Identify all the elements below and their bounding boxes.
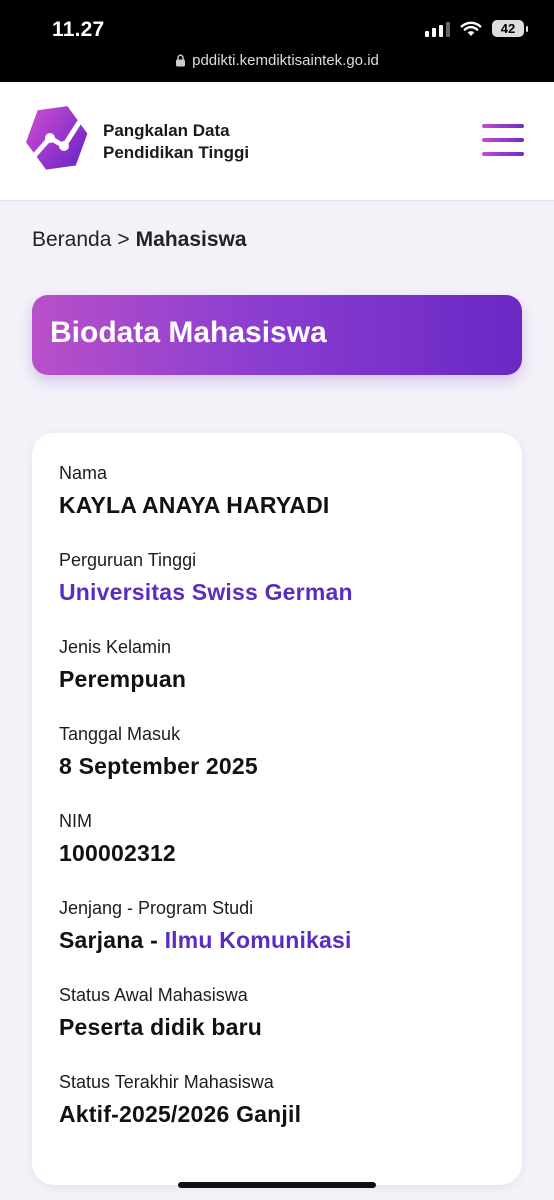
field-label: Status Awal Mahasiswa — [59, 985, 248, 1005]
field-label: Nama — [59, 463, 108, 483]
wifi-icon — [460, 21, 482, 36]
field-value-jenis-kelamin: Perempuan — [59, 666, 187, 692]
breadcrumb-separator: > — [117, 228, 130, 251]
university-link[interactable]: Universitas Swiss German — [59, 579, 353, 606]
field-label: Perguruan Tinggi — [59, 550, 197, 570]
field-label: NIM — [59, 811, 92, 831]
field-label: Jenis Kelamin — [59, 637, 172, 657]
field-label: Status Terakhir Mahasiswa — [59, 1072, 274, 1092]
field-perguruan-tinggi: Perguruan Tinggi Universitas Swiss Germa… — [59, 550, 353, 606]
status-icons: 42 — [425, 20, 528, 37]
field-label: Jenjang - Program Studi — [59, 898, 254, 918]
program-studi-link[interactable]: Ilmu Komunikasi — [165, 927, 352, 953]
field-value-status-awal: Peserta didik baru — [59, 1014, 263, 1040]
biodata-card: Nama KAYLA ANAYA HARYADI Perguruan Tingg… — [32, 433, 522, 1185]
page-title: Biodata Mahasiswa — [50, 316, 327, 349]
status-bar: 11.27 42 pddikti.kemdiktisaintek.go.id — [0, 0, 554, 82]
field-status-terakhir: Status Terakhir Mahasiswa Aktif-2025/202… — [59, 1072, 301, 1128]
url-text: pddikti.kemdiktisaintek.go.id — [192, 52, 379, 69]
field-value-tanggal-masuk: 8 September 2025 — [59, 753, 258, 779]
prodi-separator: - — [143, 927, 165, 953]
site-header: Pangkalan Data Pendidikan Tinggi — [0, 82, 554, 201]
field-label: Tanggal Masuk — [59, 724, 181, 744]
url-bar[interactable]: pddikti.kemdiktisaintek.go.id — [0, 52, 554, 69]
clock: 11.27 — [52, 18, 105, 41]
brand-name[interactable]: Pangkalan Data Pendidikan Tinggi — [103, 120, 249, 164]
field-nama: Nama KAYLA ANAYA HARYADI — [59, 463, 330, 519]
jenjang-text: Sarjana — [59, 927, 144, 953]
home-indicator[interactable] — [178, 1182, 376, 1188]
cellular-signal-icon — [425, 21, 450, 37]
field-program-studi: Jenjang - Program Studi Sarjana - Ilmu K… — [59, 898, 352, 954]
field-value-status-terakhir: Aktif-2025/2026 Ganjil — [59, 1101, 302, 1127]
field-value-program-studi: Sarjana - Ilmu Komunikasi — [59, 927, 352, 954]
pddikti-logo-icon[interactable] — [20, 104, 92, 178]
field-tanggal-masuk: Tanggal Masuk 8 September 2025 — [59, 724, 258, 780]
hamburger-menu-icon[interactable] — [482, 124, 524, 160]
brand-line-2: Pendidikan Tinggi — [103, 143, 250, 162]
page-title-banner: Biodata Mahasiswa — [32, 295, 522, 375]
field-jenis-kelamin: Jenis Kelamin Perempuan — [59, 637, 186, 693]
field-status-awal: Status Awal Mahasiswa Peserta didik baru — [59, 985, 262, 1041]
field-value-nama: KAYLA ANAYA HARYADI — [59, 492, 330, 518]
breadcrumb-home-link[interactable]: Beranda — [32, 228, 111, 251]
brand-line-1: Pangkalan Data — [103, 121, 230, 140]
battery-indicator: 42 — [492, 20, 528, 37]
field-value-nim: 100002312 — [59, 840, 176, 866]
lock-icon — [176, 54, 186, 67]
breadcrumb: Beranda > Mahasiswa — [32, 228, 247, 252]
breadcrumb-current: Mahasiswa — [135, 228, 247, 251]
field-nim: NIM 100002312 — [59, 811, 176, 867]
